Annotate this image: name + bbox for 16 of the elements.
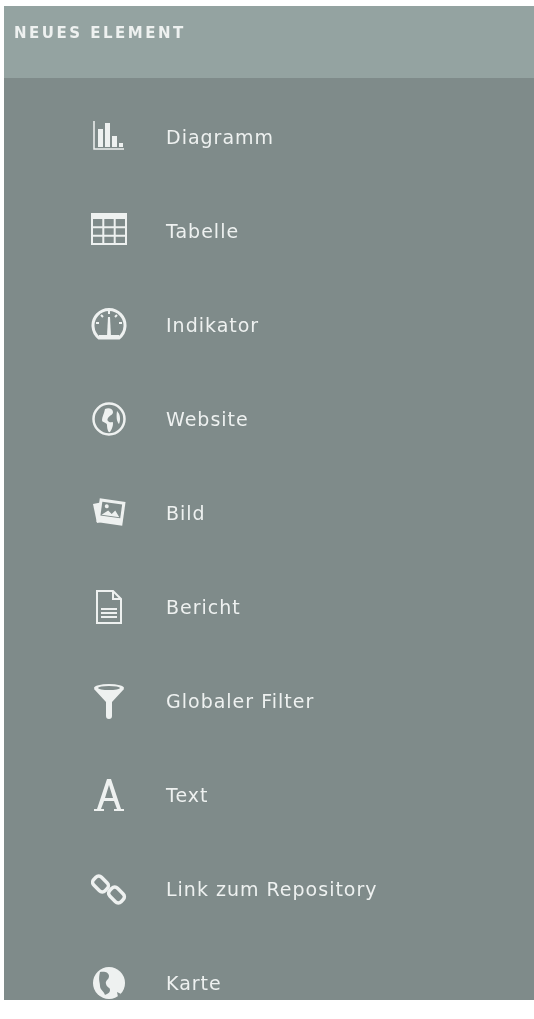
menu-item[interactable]: Link zum Repository <box>4 842 534 936</box>
menu-item[interactable]: Diagramm <box>4 90 534 184</box>
menu-item[interactable]: Bericht <box>4 560 534 654</box>
menu-item[interactable]: Bild <box>4 466 534 560</box>
globe-icon <box>91 401 127 437</box>
menu-item[interactable]: Tabelle <box>4 184 534 278</box>
menu-item[interactable]: Karte <box>4 936 534 1000</box>
letter-icon <box>91 777 127 813</box>
menu-item[interactable]: Website <box>4 372 534 466</box>
panel-title: NEUES ELEMENT <box>14 23 186 42</box>
menu-item[interactable]: Globaler Filter <box>4 654 534 748</box>
gauge-icon <box>91 307 127 343</box>
chain-link-icon <box>91 871 127 907</box>
funnel-icon <box>91 683 127 719</box>
menu-item[interactable]: Indikator <box>4 278 534 372</box>
menu-item[interactable]: Text <box>4 748 534 842</box>
